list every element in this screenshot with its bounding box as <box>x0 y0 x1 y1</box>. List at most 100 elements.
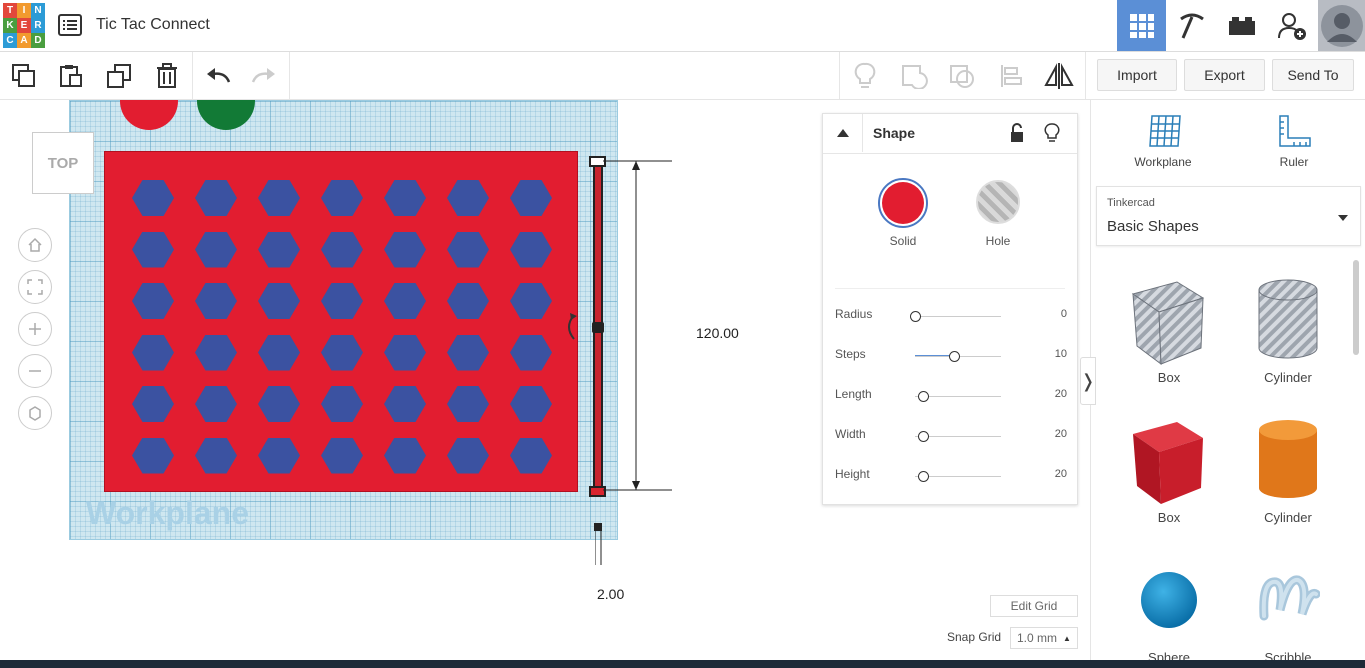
property-value[interactable]: 20 <box>1055 468 1067 480</box>
export-button[interactable]: Export <box>1184 59 1265 91</box>
collapse-inspector-button[interactable] <box>823 114 863 152</box>
property-row: Width 20 <box>835 427 1067 447</box>
inspector-header: Shape <box>823 114 1077 154</box>
shape-tile-scribble[interactable] <box>1258 570 1321 641</box>
shape-label: Cylinder <box>1264 510 1312 525</box>
sphere-icon <box>1141 572 1197 628</box>
caret-up-icon <box>836 129 849 137</box>
shape-tile-cylinder[interactable] <box>1256 418 1320 507</box>
workplane-tool-button[interactable] <box>1146 112 1184 155</box>
toolbar-divider <box>289 52 290 99</box>
height-dimension-input[interactable]: 120.00 <box>692 323 743 343</box>
group-icon <box>902 65 928 89</box>
fit-view-button[interactable] <box>18 270 52 304</box>
send-to-button[interactable]: Send To <box>1272 59 1354 91</box>
view-cube[interactable]: TOP <box>32 132 94 194</box>
user-avatar-icon <box>1320 4 1363 47</box>
property-slider-knob[interactable] <box>948 351 960 362</box>
property-value[interactable]: 20 <box>1055 388 1067 400</box>
logo-letter: A <box>17 33 31 48</box>
lightbulb-icon <box>1044 123 1060 142</box>
property-label: Height <box>835 467 870 481</box>
ruler-tool-button[interactable] <box>1276 112 1314 155</box>
width-dimension-input[interactable]: 2.00 <box>593 584 629 604</box>
solid-button[interactable] <box>878 178 928 228</box>
panel-scrollbar[interactable] <box>1353 260 1359 355</box>
duplicate-button[interactable] <box>103 60 135 92</box>
duplicate-icon <box>107 64 131 88</box>
import-button[interactable]: Import <box>1097 59 1177 91</box>
snap-grid-select[interactable]: 1.0 mm ▲ <box>1010 627 1078 649</box>
inspector-divider <box>835 288 1065 289</box>
mirror-button[interactable] <box>1043 60 1075 92</box>
workplane-label: Workplane <box>86 495 249 531</box>
fit-icon <box>27 279 43 295</box>
property-value[interactable]: 0 <box>1061 308 1067 320</box>
bricks-button[interactable] <box>1217 0 1266 51</box>
undo-button[interactable] <box>202 60 234 92</box>
copy-button[interactable] <box>8 60 40 92</box>
panel-collapse-button[interactable]: ❭ <box>1080 357 1096 405</box>
notes-button[interactable] <box>849 60 881 92</box>
property-value[interactable]: 10 <box>1055 348 1067 360</box>
codeblocks-button[interactable] <box>1167 0 1216 51</box>
property-value[interactable]: 20 <box>1055 428 1067 440</box>
edit-grid-button[interactable]: Edit Grid <box>990 595 1078 617</box>
minus-icon <box>29 370 41 372</box>
shape-inspector: Shape Solid Hole Radius 0 Steps 10 Length 20 W… <box>822 113 1078 505</box>
ungroup-icon <box>950 65 974 88</box>
visibility-button[interactable] <box>1044 122 1060 149</box>
caret-down-icon <box>1338 215 1348 221</box>
library-name: Basic Shapes <box>1107 218 1199 235</box>
shape-tile-box-hole[interactable] <box>1129 278 1207 373</box>
projection-button[interactable] <box>18 396 52 430</box>
property-slider-knob[interactable] <box>910 311 921 322</box>
property-slider-knob[interactable] <box>917 471 929 482</box>
box-hole-icon <box>1131 281 1205 366</box>
shape-tile-sphere[interactable] <box>1139 570 1199 635</box>
invite-user-button[interactable] <box>1267 0 1316 51</box>
snap-grid-label: Snap Grid <box>947 630 1002 644</box>
shape-label: Cylinder <box>1264 370 1312 385</box>
delete-button[interactable] <box>151 60 183 92</box>
align-button[interactable] <box>995 60 1027 92</box>
home-icon <box>28 237 42 252</box>
shape-tile-box[interactable] <box>1129 418 1207 513</box>
lock-button[interactable] <box>1009 123 1025 148</box>
cylinder-icon <box>1259 420 1317 498</box>
trash-icon <box>157 63 177 88</box>
redo-icon <box>251 68 275 83</box>
design-title[interactable]: Tic Tac Connect <box>96 16 210 34</box>
tinkercad-logo[interactable]: T I N K E R C A D <box>3 3 45 48</box>
avatar[interactable] <box>1318 0 1365 51</box>
logo-letter: K <box>3 18 17 33</box>
design-list-icon[interactable] <box>58 14 82 36</box>
group-button[interactable] <box>898 60 930 92</box>
property-label: Length <box>835 387 872 401</box>
redo-button[interactable] <box>248 60 280 92</box>
edit-toolbar: Import Export Send To <box>0 52 1365 100</box>
snap-grid-value: 1.0 mm <box>1017 631 1058 645</box>
property-slider-knob[interactable] <box>917 431 929 442</box>
paste-button[interactable] <box>55 60 87 92</box>
shape-library-select[interactable]: Tinkercad Basic Shapes <box>1096 186 1361 246</box>
property-row: Radius 0 <box>835 307 1067 327</box>
inspector-title: Shape <box>873 125 916 141</box>
property-slider-track[interactable] <box>915 316 1001 317</box>
logo-letter: D <box>31 33 45 48</box>
3d-design-button[interactable] <box>1117 0 1166 51</box>
rotate-handle-icon[interactable] <box>562 313 578 341</box>
shape-tile-cylinder-hole[interactable] <box>1256 278 1320 367</box>
property-slider-knob[interactable] <box>917 391 929 402</box>
logo-letter: N <box>31 3 45 18</box>
property-row: Steps 10 <box>835 347 1067 367</box>
caret-up-icon: ▲ <box>1063 633 1071 643</box>
toolbar-divider <box>192 52 193 99</box>
zoom-out-button[interactable] <box>18 354 52 388</box>
brick-icon <box>1228 16 1255 35</box>
hole-button[interactable] <box>976 180 1020 224</box>
zoom-in-button[interactable] <box>18 312 52 346</box>
mirror-icon <box>1044 63 1074 89</box>
home-view-button[interactable] <box>18 228 52 262</box>
ungroup-button[interactable] <box>946 60 978 92</box>
